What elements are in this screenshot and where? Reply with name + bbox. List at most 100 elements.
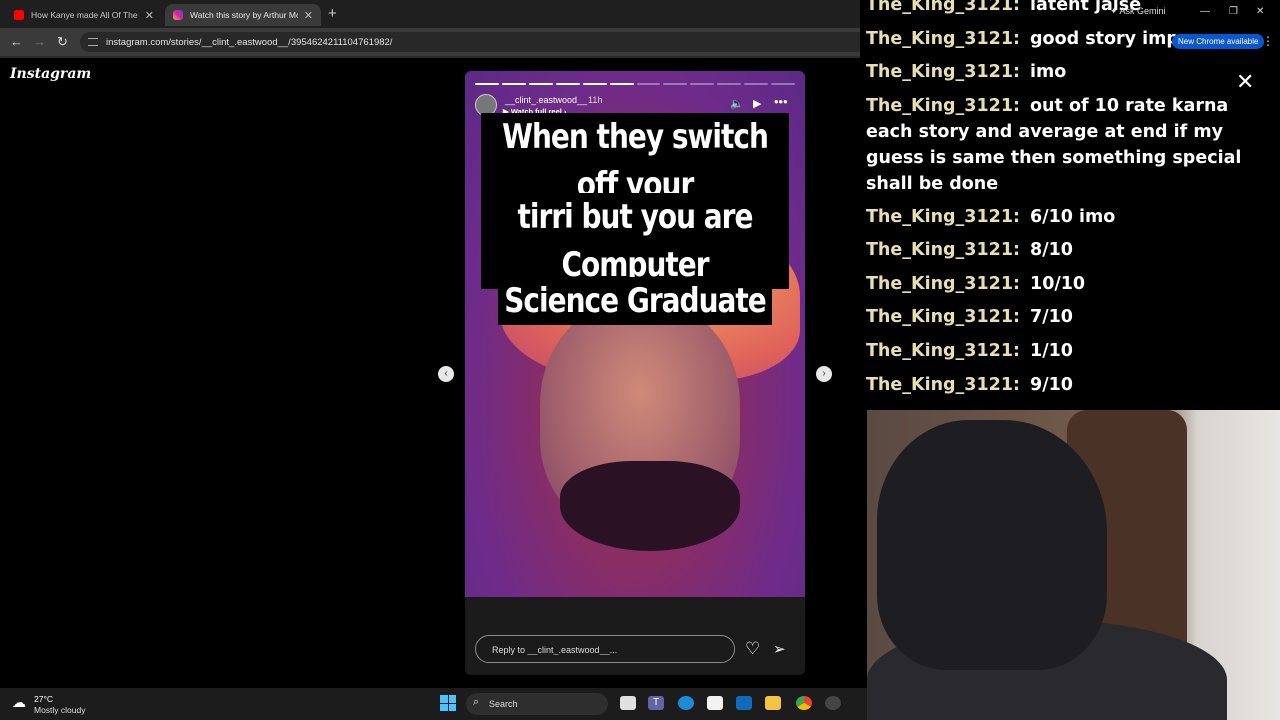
chat-message: The_King_3121: 1/10 [866,338,1272,364]
forward-icon[interactable]: → [33,34,46,49]
chat-text: 6/10 imo [1030,207,1116,227]
more-options-icon[interactable]: ••• [774,94,788,109]
chat-message: The_King_3121: 8/10 [866,237,1272,263]
divider [0,56,860,58]
progress-segment [475,83,499,85]
temperature[interactable]: 27°C [34,694,53,704]
store-icon[interactable] [707,696,723,710]
teams-icon[interactable]: T [648,696,664,710]
chat-username: The_King_3121: [866,240,1021,260]
chat-text: 1/10 [1030,341,1073,361]
progress-segment [501,83,526,85]
mail-icon[interactable] [736,696,752,710]
instagram-logo[interactable]: Instagram [10,66,91,82]
progress-segment [555,83,580,85]
chat-message: The_King_3121: imo [866,59,1272,85]
progress-segment [744,83,769,85]
chat-text: 8/10 [1030,240,1073,260]
progress-segment [690,83,715,85]
chat-username: The_King_3121: [866,29,1021,49]
story-username[interactable]: __clint_.eastwood__ [505,95,587,105]
task-view-icon[interactable] [620,696,636,710]
chat-message: The_King_3121: latent jaise [866,0,1272,18]
restore-icon[interactable]: ❐ [1229,6,1238,17]
url-text: instagram.com/stories/__clint_.eastwood_… [106,36,393,48]
chat-text: imo [1030,62,1067,82]
progress-segment [609,83,634,85]
edge-icon[interactable] [678,696,694,710]
address-bar[interactable]: instagram.com/stories/__clint_.eastwood_… [80,32,860,52]
youtube-icon [14,10,24,20]
chat-username: The_King_3121: [866,207,1021,227]
caption-line: tirri but you are Computer [481,193,789,289]
progress-segment [636,83,661,85]
toolbar: ← → ↻ instagram.com/stories/__clint_.eas… [0,28,860,56]
reply-input[interactable] [490,644,724,656]
chat-message: The_King_3121: out of 10 rate karna each … [866,93,1272,197]
tab-title: Watch this story by Arthur Mo [190,10,298,20]
story-progress-bar [475,83,796,85]
tab-strip: How Kanye made All Of The Lig ✕ Watch th… [0,0,860,28]
menu-icon[interactable]: ⋮ [1262,34,1274,48]
chat-username: The_King_3121: [866,96,1021,116]
instagram-icon [173,10,183,20]
chat-username: The_King_3121: [866,307,1021,327]
chat-username: The_King_3121: [866,375,1021,395]
chat-message: The_King_3121: 7/10 [866,304,1272,330]
chrome-icon[interactable] [796,696,812,710]
taskbar-search[interactable]: ⌕ Search [466,693,608,715]
volume-icon[interactable]: 🔈 [730,97,744,110]
chat-username: The_King_3121: [866,62,1021,82]
windows-start-icon[interactable] [440,695,456,711]
chat-username: The_King_3121: [866,341,1021,361]
site-info-icon[interactable] [88,38,98,46]
chat-message: The_King_3121: 10/10 [866,271,1272,297]
weather-cloud-icon[interactable]: ☁ [12,694,26,711]
file-explorer-icon[interactable] [765,696,781,710]
ask-gemini-label: Ask Gemini [1119,6,1166,16]
tab-youtube[interactable]: How Kanye made All Of The Lig ✕ [6,4,162,26]
new-chrome-available-button[interactable]: New Chrome available [1172,34,1265,49]
close-icon[interactable]: ✕ [1236,70,1254,95]
tab-title: How Kanye made All Of The Lig [31,10,139,20]
close-window-icon[interactable]: ✕ [1256,6,1264,17]
taskbar-search-label: Search [489,699,518,709]
progress-segment [717,83,742,85]
tab-instagram[interactable]: Watch this story by Arthur Mo ✕ [165,4,321,26]
webcam-feed [867,410,1280,720]
close-tab-icon[interactable]: ✕ [304,9,313,22]
progress-segment [582,83,607,85]
story-viewer[interactable]: __clint_.eastwood__ 11h ▶ Watch full ree… [465,71,805,675]
chat-username: The_King_3121: [866,274,1021,294]
reload-icon[interactable]: ↻ [57,34,68,50]
chat-text: 9/10 [1030,375,1073,395]
caption-line: Science Graduate [498,277,772,325]
chat-message: The_King_3121: 9/10 [866,372,1272,398]
previous-story-button[interactable]: ‹ [438,366,454,382]
chat-text: 10/10 [1030,274,1086,294]
chat-text: good story imp [1030,29,1179,49]
new-tab-button[interactable]: + [328,5,337,22]
progress-segment [771,83,796,85]
chat-overlay: The_King_3121: latent jaise The_King_3121… [866,0,1280,408]
chat-text: 7/10 [1030,307,1073,327]
heart-icon[interactable]: ♡ [745,639,760,659]
next-story-button[interactable]: › [816,366,832,382]
reply-field[interactable] [475,635,735,663]
close-tab-icon[interactable]: ✕ [145,9,154,22]
minimize-icon[interactable]: — [1200,6,1210,17]
story-caption: When they switch off your tirri but you … [481,113,789,325]
back-icon[interactable]: ← [10,34,23,49]
search-icon: ⌕ [473,696,480,708]
obs-icon[interactable] [825,696,841,710]
head-shape [877,420,1107,670]
ask-gemini-button[interactable]: ✦ Ask Gemini [1110,6,1166,17]
chat-message: The_King_3121: 6/10 imo [866,204,1272,230]
send-icon[interactable]: ➢ [773,640,786,658]
chat-username: The_King_3121: [866,0,1021,15]
story-age: 11h [588,95,603,105]
play-icon[interactable]: ▶ [753,97,761,110]
progress-segment [663,83,688,85]
weather-condition[interactable]: Mostly cloudy [34,705,86,715]
beard-shape [560,461,740,551]
